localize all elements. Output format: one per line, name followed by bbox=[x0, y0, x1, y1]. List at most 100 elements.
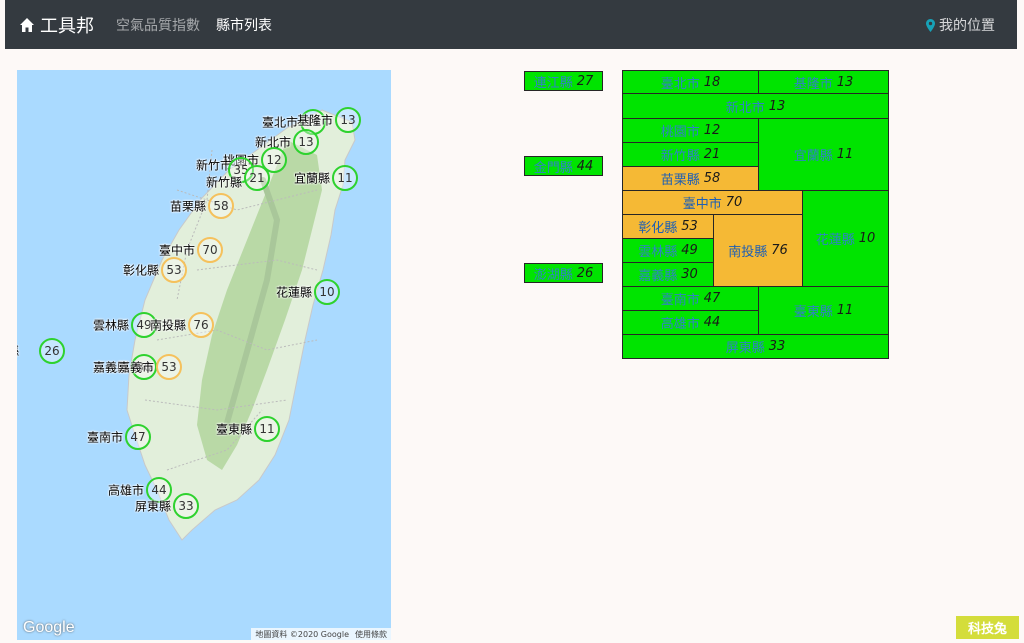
treemap-cell-value: 47 bbox=[703, 291, 721, 306]
map-marker[interactable]: 13 bbox=[335, 107, 361, 133]
map-marker-label: 屏東縣 bbox=[134, 499, 171, 514]
treemap-cell-value: 30 bbox=[681, 267, 698, 282]
map-marker[interactable]: 76 bbox=[188, 312, 214, 338]
map-attribution: 地圖資料 ©2020 Google 使用條款 bbox=[251, 628, 391, 640]
map-marker-label: 臺中市 bbox=[158, 243, 195, 258]
treemap-cell[interactable]: 花蓮縣 10 bbox=[802, 190, 889, 287]
treemap-cell-name: 宜蘭縣 bbox=[793, 149, 833, 164]
map-marker-label: 苗栗縣 bbox=[169, 199, 206, 214]
treemap-cell[interactable]: 彰化縣 53 bbox=[622, 214, 714, 239]
map-marker[interactable]: 47 bbox=[125, 424, 151, 450]
treemap-cell-name: 彰化縣 bbox=[638, 221, 678, 236]
treemap-cell-name: 金門縣 bbox=[533, 160, 573, 176]
treemap-cell[interactable]: 嘉義縣 30 bbox=[622, 262, 714, 287]
map-marker[interactable]: 70 bbox=[197, 237, 223, 263]
treemap-cell-name: 花蓮縣 bbox=[815, 233, 855, 248]
treemap-cell[interactable]: 新北市 13 bbox=[622, 93, 889, 119]
treemap-cell-value: 27 bbox=[576, 73, 594, 89]
treemap-cell-value: 70 bbox=[725, 195, 743, 210]
treemap-cell-value: 33 bbox=[768, 339, 786, 354]
map-data-credit: 地圖資料 ©2020 Google bbox=[255, 629, 349, 639]
google-logo: Google bbox=[23, 619, 75, 636]
map-marker-label: 花蓮縣 bbox=[275, 285, 312, 300]
map-marker[interactable]: 26 bbox=[39, 338, 65, 364]
map-marker[interactable]: 33 bbox=[173, 493, 199, 519]
treemap-cell[interactable]: 苗栗縣 58 bbox=[622, 166, 759, 191]
nav-link-county-list[interactable]: 縣市列表 bbox=[216, 15, 272, 35]
treemap-cell[interactable]: 宜蘭縣 11 bbox=[758, 118, 889, 191]
treemap-cell-name: 連江縣 bbox=[533, 75, 573, 91]
map-marker-label: 彰化縣 bbox=[122, 263, 159, 278]
map-marker[interactable]: 10 bbox=[314, 279, 340, 305]
treemap-cell-name: 臺北市 bbox=[660, 76, 700, 92]
treemap-cell-name: 基隆市 bbox=[793, 76, 833, 92]
treemap-cell-name: 嘉義縣 bbox=[638, 269, 678, 284]
treemap-cell[interactable]: 臺南市 47 bbox=[622, 286, 759, 311]
treemap-cell-name: 臺南市 bbox=[660, 293, 700, 308]
site-watermark: 科技兔 bbox=[955, 616, 1019, 639]
treemap-cell[interactable]: 新竹縣 21 bbox=[622, 142, 759, 167]
map-marker-label: 新竹縣 bbox=[205, 175, 242, 190]
map-marker[interactable]: 53 bbox=[156, 354, 182, 380]
treemap-cell[interactable]: 連江縣 27 bbox=[524, 71, 603, 91]
map-marker[interactable]: 11 bbox=[254, 416, 280, 442]
treemap-cell[interactable]: 屏東縣 33 bbox=[622, 334, 889, 359]
treemap-cell[interactable]: 基隆市 13 bbox=[758, 70, 889, 94]
home-icon bbox=[20, 17, 34, 32]
taiwan-land bbox=[126, 109, 356, 541]
map-marker-label: 南投縣 bbox=[149, 318, 186, 333]
treemap-cell[interactable]: 高雄市 44 bbox=[622, 310, 759, 335]
treemap-cell-value: 44 bbox=[576, 158, 594, 174]
map-marker-label: 澎湖縣 bbox=[17, 343, 19, 360]
brand-link[interactable]: 工具邦 bbox=[19, 12, 94, 38]
treemap-cell-value: 11 bbox=[836, 303, 854, 318]
nav-link-aqi[interactable]: 空氣品質指數 bbox=[116, 15, 200, 35]
my-location-label: 我的位置 bbox=[939, 18, 995, 34]
treemap-cell[interactable]: 澎湖縣 26 bbox=[524, 263, 603, 283]
treemap-cell-value: 21 bbox=[703, 147, 721, 162]
treemap-cell[interactable]: 臺東縣 11 bbox=[758, 286, 889, 335]
treemap-cell-name: 新竹縣 bbox=[660, 149, 700, 164]
treemap-cell-value: 58 bbox=[703, 171, 721, 186]
treemap-cell[interactable]: 雲林縣 49 bbox=[622, 238, 714, 263]
treemap-cell-value: 11 bbox=[836, 147, 854, 162]
map-marker[interactable]: 11 bbox=[332, 165, 358, 191]
map-marker-label: 臺北市 bbox=[261, 115, 298, 130]
treemap-cell[interactable]: 金門縣 44 bbox=[524, 156, 603, 176]
aqi-map[interactable]: Google 地圖資料 ©2020 Google 使用條款 臺北市 18 基隆市 13… bbox=[17, 70, 391, 640]
treemap-cell-name: 桃園市 bbox=[660, 125, 700, 140]
treemap-cell-value: 76 bbox=[771, 243, 788, 258]
map-marker-label: 臺東縣 bbox=[215, 422, 252, 437]
map-marker-label: 基隆市 bbox=[296, 113, 333, 128]
map-marker[interactable]: 13 bbox=[293, 129, 319, 155]
map-marker[interactable]: 21 bbox=[244, 165, 270, 191]
treemap-cell-name: 苗栗縣 bbox=[660, 173, 700, 188]
map-marker[interactable]: 58 bbox=[208, 193, 234, 219]
my-location-link[interactable]: 我的位置 bbox=[926, 15, 995, 35]
treemap-cell-value: 13 bbox=[768, 98, 786, 114]
treemap-cell-value: 49 bbox=[681, 243, 698, 258]
treemap-cell-value: 44 bbox=[703, 315, 721, 330]
treemap-cell-name: 高雄市 bbox=[660, 317, 700, 332]
treemap-cell-name: 臺東縣 bbox=[793, 305, 833, 320]
treemap-cell-name: 雲林縣 bbox=[638, 245, 678, 260]
treemap-cell-name: 南投縣 bbox=[728, 245, 768, 260]
navbar: 工具邦 空氣品質指數 縣市列表 我的位置 bbox=[5, 0, 1017, 49]
map-marker-label: 臺南市 bbox=[86, 430, 123, 445]
treemap-cell-value: 18 bbox=[703, 74, 721, 90]
treemap-cell-value: 53 bbox=[681, 219, 698, 234]
treemap-cell-name: 澎湖縣 bbox=[533, 267, 573, 283]
treemap-cell[interactable]: 臺中市 70 bbox=[622, 190, 803, 215]
treemap-cell[interactable]: 南投縣 76 bbox=[713, 214, 803, 287]
treemap-cell-value: 13 bbox=[836, 74, 854, 90]
map-marker-label: 高雄市 bbox=[107, 483, 144, 498]
treemap-cell-value: 12 bbox=[703, 123, 721, 138]
terms-of-use-link[interactable]: 使用條款 bbox=[355, 629, 387, 640]
map-marker-label: 宜蘭縣 bbox=[293, 171, 330, 186]
map-marker[interactable]: 53 bbox=[161, 257, 187, 283]
brand-label: 工具邦 bbox=[40, 15, 94, 37]
map-marker-label: 新竹市 bbox=[195, 158, 232, 173]
treemap-cell[interactable]: 臺北市 18 bbox=[622, 70, 759, 94]
map-marker-label: 雲林縣 bbox=[92, 318, 129, 333]
treemap-cell[interactable]: 桃園市 12 bbox=[622, 118, 759, 143]
